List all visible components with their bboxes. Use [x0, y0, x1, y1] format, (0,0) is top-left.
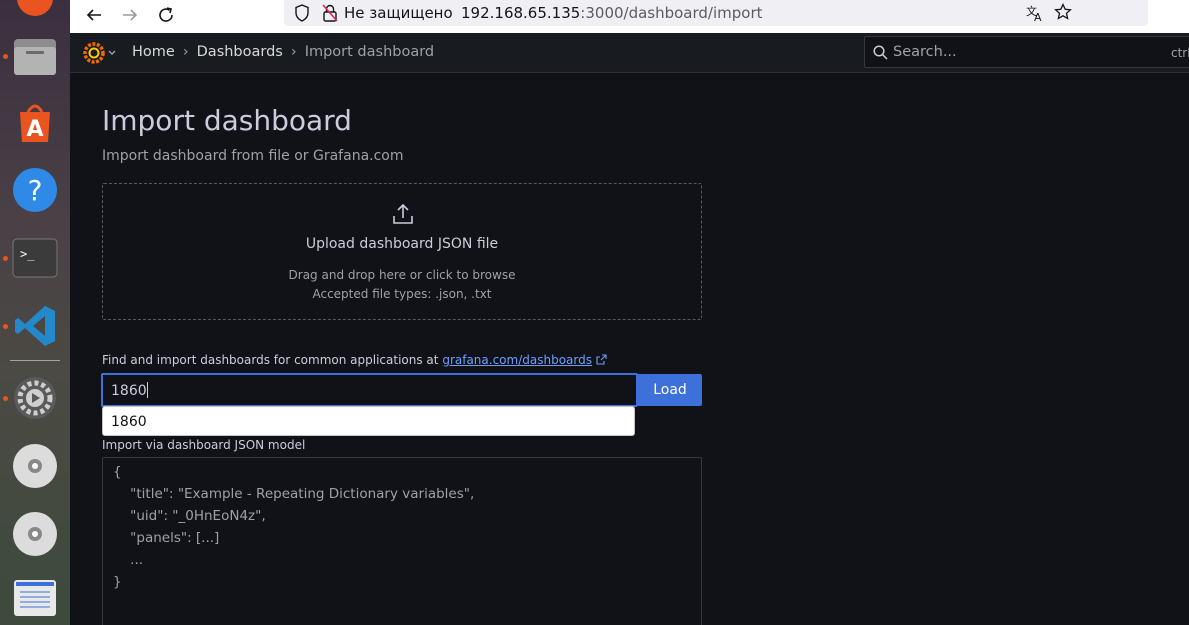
grafana-topbar: Home › Dashboards › Import dashboard Search.… [70, 33, 1189, 73]
security-label[interactable]: Не защищено [344, 4, 453, 22]
breadcrumb: Home › Dashboards › Import dashboard [132, 44, 434, 60]
reload-button[interactable] [152, 2, 180, 28]
url-text[interactable]: 192.168.65.135:3000/dashboard/import [461, 4, 763, 22]
back-button[interactable] [80, 2, 108, 28]
breadcrumb-dashboards[interactable]: Dashboards [197, 44, 283, 60]
grafana-logo-icon [83, 42, 116, 64]
help-icon[interactable]: ? [11, 166, 59, 214]
search-placeholder: Search... [893, 44, 957, 60]
svg-text:>_: >_ [20, 247, 35, 261]
autocomplete-dropdown: 1860 [102, 406, 635, 436]
upload-file-types: Accepted file types: .json, .txt [312, 287, 492, 301]
search-input[interactable]: Search... ctrl [864, 36, 1189, 68]
shield-icon[interactable] [294, 4, 310, 22]
json-placeholder-line: } [113, 574, 122, 590]
forward-button[interactable] [116, 2, 144, 28]
browser-toolbar: Не защищено 192.168.65.135:3000/dashboar… [70, 0, 1189, 33]
text-caret [146, 382, 148, 398]
svg-text:?: ? [28, 174, 43, 207]
dock: A ? >_ [0, 0, 70, 625]
external-link-icon[interactable] [596, 354, 607, 365]
vscode-icon[interactable] [11, 302, 59, 350]
json-placeholder-line: ... [113, 552, 144, 568]
arrow-right-icon [123, 9, 138, 21]
bookmark-star-icon[interactable] [1054, 3, 1072, 21]
json-placeholder-line: "uid": "_0HnEoN4z", [113, 508, 266, 524]
upload-title: Upload dashboard JSON file [305, 236, 499, 252]
grafana-import-label-text: Find and import dashboards for common ap… [102, 353, 439, 367]
url-host: 192.168.65.135 [461, 4, 581, 22]
upload-icon [393, 203, 413, 224]
dashboard-id-value: 1860 [111, 382, 148, 399]
json-placeholder-line: "title": "Example - Repeating Dictionary… [113, 486, 475, 502]
json-model-label: Import via dashboard JSON model [102, 438, 306, 452]
search-icon [873, 45, 888, 60]
breadcrumb-current: Import dashboard [304, 44, 435, 60]
grafana-dashboards-link[interactable]: grafana.com/dashboards [442, 353, 592, 367]
reload-icon [159, 7, 173, 22]
page-title: Import dashboard [102, 104, 352, 137]
svg-text:A: A [26, 117, 43, 142]
breadcrumb-home[interactable]: Home [132, 44, 175, 60]
svg-text:A: A [1034, 11, 1042, 22]
url-bar[interactable]: Не защищено 192.168.65.135:3000/dashboar… [284, 0, 1148, 26]
json-placeholder-line: { [113, 464, 122, 480]
chevron-right-icon: › [182, 44, 189, 60]
files-icon[interactable] [11, 32, 59, 80]
arrow-left-icon [86, 9, 101, 21]
chevron-right-icon: › [290, 44, 297, 60]
translate-icon[interactable]: 文A [1026, 4, 1044, 22]
grafana-logo-button[interactable] [82, 41, 118, 69]
disc-icon[interactable] [11, 510, 59, 558]
disc-icon[interactable] [11, 442, 59, 490]
search-shortcut: ctrl [1171, 46, 1189, 60]
load-button[interactable]: Load [638, 374, 702, 406]
json-model-textarea[interactable]: { "title": "Example - Repeating Dictiona… [102, 457, 702, 625]
dashboard-id-input[interactable]: 1860 [101, 373, 638, 407]
app-icon[interactable] [11, 0, 59, 22]
terminal-icon[interactable]: >_ [11, 234, 59, 282]
dashboard-id-text: 1860 [111, 383, 147, 399]
upload-hint: Drag and drop here or click to browse [288, 268, 516, 282]
json-placeholder-line: "panels": [...] [113, 530, 220, 546]
upload-dropzone[interactable]: Upload dashboard JSON file Drag and drop… [102, 183, 702, 320]
insecure-lock-icon[interactable] [322, 4, 338, 22]
app-center-icon[interactable]: A [11, 98, 59, 146]
grafana-import-label: Find and import dashboards for common ap… [102, 353, 607, 367]
text-editor-icon[interactable] [11, 574, 59, 622]
autocomplete-option[interactable]: 1860 [111, 414, 147, 430]
page-subtitle: Import dashboard from file or Grafana.co… [102, 148, 404, 164]
url-path: :3000/dashboard/import [580, 4, 763, 22]
settings-icon[interactable] [11, 374, 59, 422]
